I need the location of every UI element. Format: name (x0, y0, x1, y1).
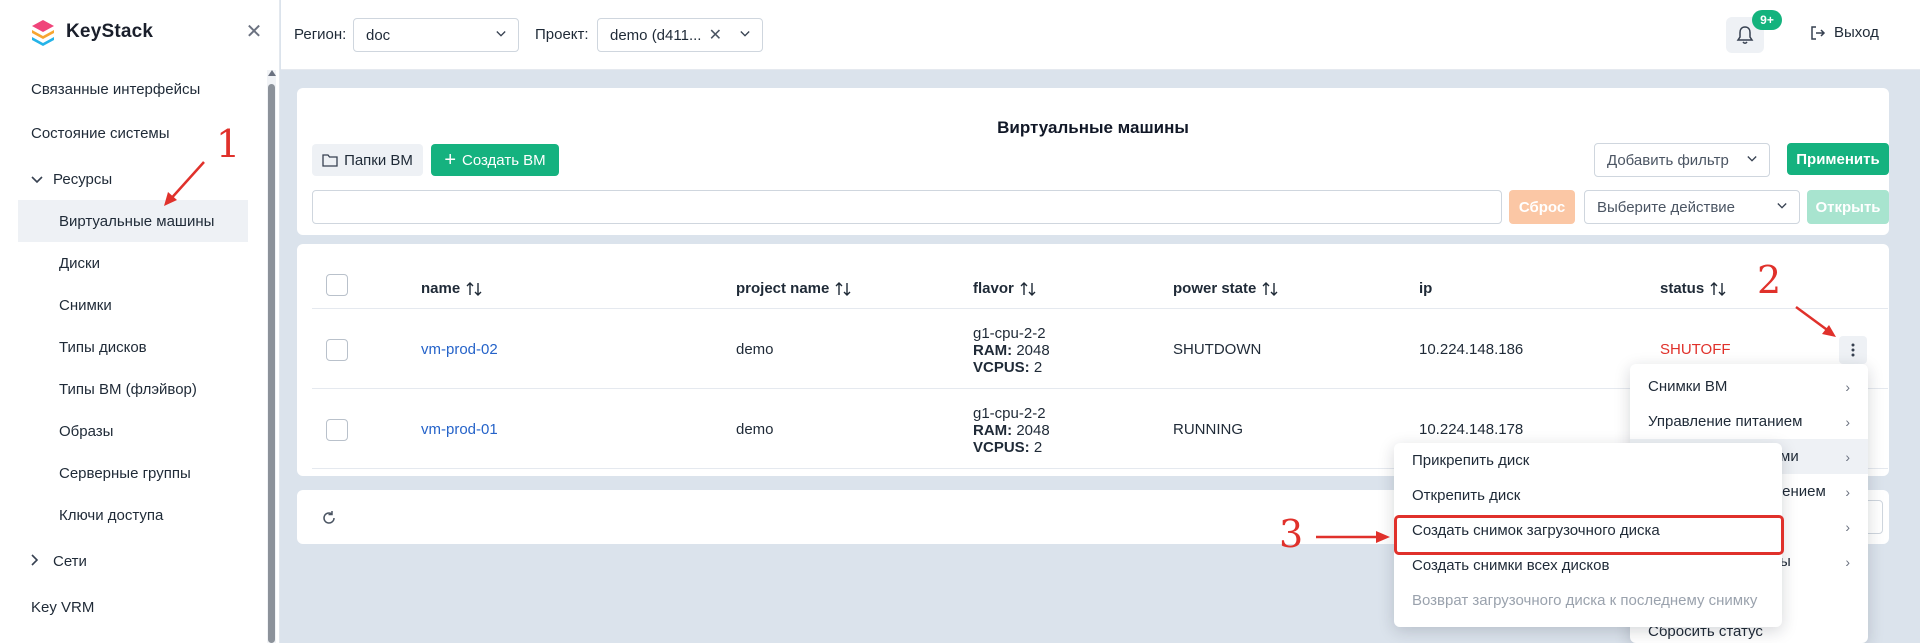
sort-icon (835, 281, 851, 296)
chevron-down-icon (496, 31, 506, 37)
chevron-right-icon: › (1845, 553, 1850, 570)
sidebar-item-images[interactable]: Образы (18, 410, 248, 452)
column-header-project[interactable]: project name (736, 280, 851, 297)
sidebar-item-system-status[interactable]: Состояние системы (0, 112, 248, 154)
row-checkbox[interactable] (326, 419, 348, 441)
region-label: Регион: (294, 26, 347, 43)
status-badge: SHUTOFF (1660, 341, 1731, 358)
column-header-ip[interactable]: ip (1419, 280, 1432, 297)
ip-cell: 10.224.148.186 (1419, 341, 1524, 358)
toolbar-card: Виртуальные машины Папки ВМ + Создать ВМ… (297, 88, 1889, 235)
logo-icon (32, 20, 54, 46)
close-icon[interactable]: ✕ (244, 22, 264, 42)
region-select[interactable]: doc (353, 18, 519, 52)
annotation-arrow-2 (1795, 305, 1836, 337)
top-header: Регион: doc Проект: demo (d411... ✕ (281, 0, 1920, 70)
submenu-item-detach-disk[interactable]: Открепить диск (1394, 478, 1782, 513)
sidebar: KeyStack ✕ Связанные интерфейсы Состояни… (0, 0, 280, 643)
chevron-right-icon: › (1845, 483, 1850, 500)
vm-name-link[interactable]: vm-prod-01 (421, 421, 498, 438)
plus-icon: + (444, 149, 456, 171)
column-header-flavor[interactable]: flavor (973, 280, 1036, 297)
sidebar-item-access-keys[interactable]: Ключи доступа (18, 494, 248, 536)
bell-icon (1736, 26, 1754, 44)
flavor-cell: g1-cpu-2-2 RAM: 2048 VCPUS: 2 (973, 405, 1050, 456)
sidebar-item-server-groups[interactable]: Серверные группы (18, 452, 248, 494)
row-checkbox[interactable] (326, 339, 348, 361)
create-vm-button[interactable]: + Создать ВМ (431, 144, 559, 176)
filter-input[interactable] (312, 190, 1502, 224)
submenu-item-revert-boot-disk[interactable]: Возврат загрузочного диска к последнему … (1394, 583, 1782, 618)
sort-icon (1710, 281, 1726, 296)
sidebar-item-virtual-machines[interactable]: Виртуальные машины (18, 200, 248, 242)
annotation-arrow-3 (1316, 531, 1390, 543)
sort-icon (466, 281, 482, 296)
chevron-right-icon: › (1845, 378, 1850, 395)
chevron-right-icon: › (1845, 413, 1850, 430)
chevron-down-icon (1777, 203, 1787, 209)
open-button[interactable]: Открыть (1807, 190, 1889, 224)
select-all-checkbox[interactable] (326, 274, 348, 296)
sidebar-scroll-thumb[interactable] (268, 84, 275, 643)
column-header-power-state[interactable]: power state (1173, 280, 1278, 297)
column-header-name[interactable]: name (421, 280, 482, 297)
sidebar-item-resources[interactable]: Ресурсы (0, 158, 248, 200)
highlight-box (1394, 515, 1784, 555)
chevron-right-icon (31, 553, 45, 569)
vm-folders-button[interactable]: Папки ВМ (312, 144, 423, 176)
power-state-cell: RUNNING (1173, 421, 1243, 438)
scroll-up-icon[interactable] (268, 70, 276, 76)
vm-name-link[interactable]: vm-prod-02 (421, 341, 498, 358)
sidebar-item-flavors[interactable]: Типы ВМ (флэйвор) (18, 368, 248, 410)
sidebar-item-disk-types[interactable]: Типы дисков (18, 326, 248, 368)
project-label: Проект: (535, 26, 589, 43)
project-cell: demo (736, 421, 774, 438)
row-actions-button[interactable] (1839, 336, 1867, 364)
menu-item-vm-snapshots[interactable]: Снимки ВМ › (1630, 369, 1868, 404)
ip-cell: 10.224.148.178 (1419, 421, 1524, 438)
reset-button[interactable]: Сброс (1509, 190, 1575, 224)
app-name: KeyStack (66, 21, 154, 42)
submenu-item-attach-disk[interactable]: Прикрепить диск (1394, 443, 1782, 478)
apply-button[interactable]: Применить (1787, 143, 1889, 175)
annotation-3: 3 (1279, 512, 1304, 556)
annotation-1: 1 (216, 122, 241, 166)
app-logo[interactable]: KeyStack (30, 18, 153, 46)
column-header-status[interactable]: status (1660, 280, 1726, 297)
menu-item-power-management[interactable]: Управление питанием › (1630, 404, 1868, 439)
page-title: Виртуальные машины (997, 118, 1189, 137)
sort-icon (1262, 281, 1278, 296)
chevron-down-icon (1747, 156, 1757, 162)
sidebar-item-disks[interactable]: Диски (18, 242, 248, 284)
chevron-down-icon (31, 172, 45, 187)
refresh-icon[interactable] (321, 510, 337, 526)
logout-icon (1811, 25, 1826, 40)
kebab-icon (1851, 343, 1855, 357)
folder-icon (322, 154, 338, 167)
logout-button[interactable]: Выход (1810, 24, 1879, 41)
row-divider (312, 308, 1888, 309)
project-select[interactable]: demo (d411... ✕ (597, 18, 763, 52)
project-cell: demo (736, 341, 774, 358)
chevron-right-icon: › (1845, 448, 1850, 465)
sidebar-item-networks[interactable]: Сети (0, 540, 248, 582)
power-state-cell: SHUTDOWN (1173, 341, 1262, 358)
annotation-2: 2 (1757, 258, 1782, 302)
add-filter-select[interactable]: Добавить фильтр (1594, 143, 1770, 177)
flavor-cell: g1-cpu-2-2 RAM: 2048 VCPUS: 2 (973, 325, 1050, 376)
sidebar-item-linked-interfaces[interactable]: Связанные интерфейсы (0, 68, 248, 110)
notifications-badge: 9+ (1752, 10, 1782, 30)
chevron-down-icon (740, 31, 750, 37)
sort-icon (1020, 281, 1036, 296)
annotation-arrow-1 (164, 161, 205, 206)
sidebar-item-key-vrm[interactable]: Key VRM (0, 586, 248, 628)
action-select[interactable]: Выберите действие (1584, 190, 1800, 224)
sidebar-item-snapshots[interactable]: Снимки (18, 284, 248, 326)
chevron-right-icon: › (1845, 518, 1850, 535)
clear-icon[interactable]: ✕ (709, 25, 722, 45)
